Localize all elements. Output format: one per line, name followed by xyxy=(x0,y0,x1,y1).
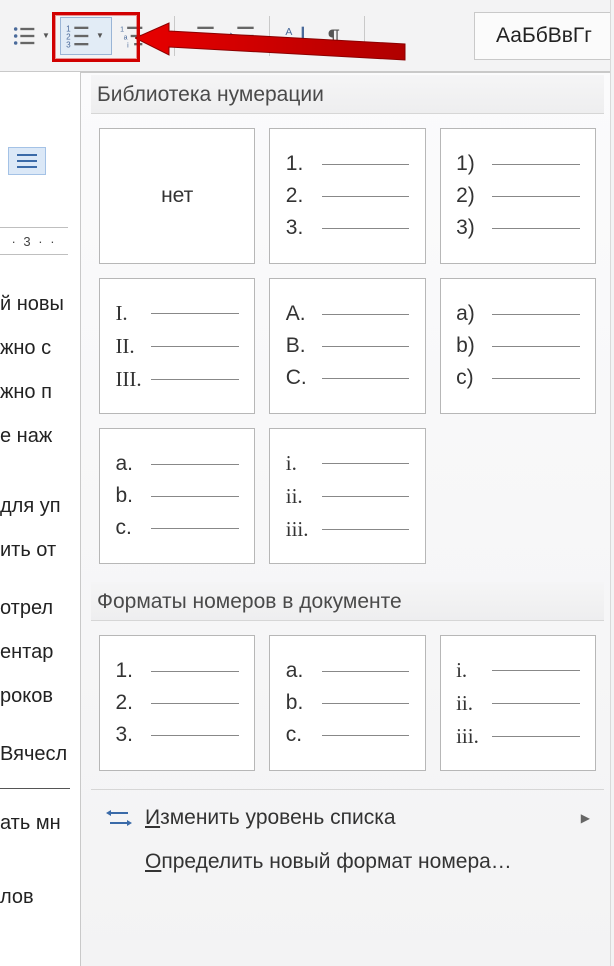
library-header: Библиотека нумерации xyxy=(91,75,604,114)
svg-text:a: a xyxy=(124,34,128,41)
tile-format-roman[interactable]: i. ii. iii. xyxy=(440,635,596,771)
multilevel-list-button[interactable]: 1 a i ▼ xyxy=(114,17,166,55)
sort-icon: А Я xyxy=(283,22,311,50)
increase-indent-icon xyxy=(228,22,256,50)
menu-define-new-format[interactable]: Определить новый формат номера… xyxy=(91,840,604,884)
indent-group xyxy=(183,17,261,55)
tile-roman-upper[interactable]: I. II. III. xyxy=(99,278,255,414)
align-justify-icon xyxy=(15,152,39,170)
chevron-down-icon: ▼ xyxy=(39,31,53,40)
library-grid: нет 1. 2. 3. 1) 2) 3) I. II. III. A. B. … xyxy=(91,114,604,582)
menu-define-new-label: Определить новый формат номера… xyxy=(145,850,512,874)
chevron-down-icon: ▼ xyxy=(93,31,107,40)
numbered-list-icon: 1 2 3 xyxy=(65,22,93,50)
chevron-down-icon: ▼ xyxy=(147,31,161,40)
ribbon: ▼ 1 2 3 ▼ 1 a i ▼ xyxy=(0,0,614,72)
document-text-snippet: й новы жно с жно п е наж для уп ить от о… xyxy=(0,282,80,919)
menu-change-level[interactable]: Изменить уровень списка ▶ xyxy=(91,796,604,840)
formats-header: Форматы номеров в документе xyxy=(91,582,604,621)
tile-format-numbers[interactable]: 1. 2. 3. xyxy=(99,635,255,771)
tile-roman-lower[interactable]: i. ii. iii. xyxy=(269,428,425,564)
tile-letters-upper[interactable]: A. B. C. xyxy=(269,278,425,414)
tile-letters-lower-dot[interactable]: a. b. c. xyxy=(99,428,255,564)
tile-format-letters[interactable]: a. b. c. xyxy=(269,635,425,771)
bullet-list-icon xyxy=(11,22,39,50)
numbering-dropdown-panel: Библиотека нумерации нет 1. 2. 3. 1) 2) … xyxy=(80,72,614,966)
svg-text:3: 3 xyxy=(66,40,71,49)
sort-button[interactable]: А Я xyxy=(278,17,316,55)
svg-text:Я: Я xyxy=(285,38,293,49)
decrease-indent-button[interactable] xyxy=(183,17,221,55)
separator xyxy=(269,16,270,56)
svg-text:А: А xyxy=(285,25,292,37)
separator xyxy=(364,16,365,56)
svg-text:i: i xyxy=(127,42,129,49)
bottom-menu: Изменить уровень списка ▶ Определить нов… xyxy=(91,789,604,884)
formats-grid: 1. 2. 3. a. b. c. i. ii. iii. xyxy=(91,621,604,789)
style-preview[interactable]: АаБбВвГг xyxy=(474,12,614,60)
tile-numbers-dot[interactable]: 1. 2. 3. xyxy=(269,128,425,264)
right-edge xyxy=(610,0,614,966)
submenu-arrow-icon: ▶ xyxy=(581,811,590,825)
numbered-list-button[interactable]: 1 2 3 ▼ xyxy=(60,17,112,55)
bullet-list-button[interactable]: ▼ xyxy=(6,17,58,55)
svg-text:¶: ¶ xyxy=(328,24,341,50)
change-level-icon xyxy=(105,807,133,829)
tile-letters-lower-paren[interactable]: a) b) c) xyxy=(440,278,596,414)
increase-indent-button[interactable] xyxy=(223,17,261,55)
sort-group: А Я ¶ xyxy=(278,17,356,55)
style-preview-text: АаБбВвГг xyxy=(496,24,592,48)
separator xyxy=(174,16,175,56)
list-group: ▼ 1 2 3 ▼ 1 a i ▼ xyxy=(6,17,166,55)
pilcrow-icon: ¶ xyxy=(323,22,351,50)
document-left-edge: · 3 · · й новы жно с жно п е наж для уп … xyxy=(0,72,80,966)
tile-none-label: нет xyxy=(161,184,193,208)
ruler-segment: · 3 · · xyxy=(0,227,68,255)
menu-change-level-label: Изменить уровень списка xyxy=(145,806,396,830)
align-justify-selected[interactable] xyxy=(8,147,46,175)
decrease-indent-icon xyxy=(188,22,216,50)
tile-numbers-paren[interactable]: 1) 2) 3) xyxy=(440,128,596,264)
tile-none[interactable]: нет xyxy=(99,128,255,264)
show-marks-button[interactable]: ¶ xyxy=(318,17,356,55)
blank-icon xyxy=(105,851,133,873)
multilevel-list-icon: 1 a i xyxy=(119,22,147,50)
svg-text:1: 1 xyxy=(120,26,124,33)
